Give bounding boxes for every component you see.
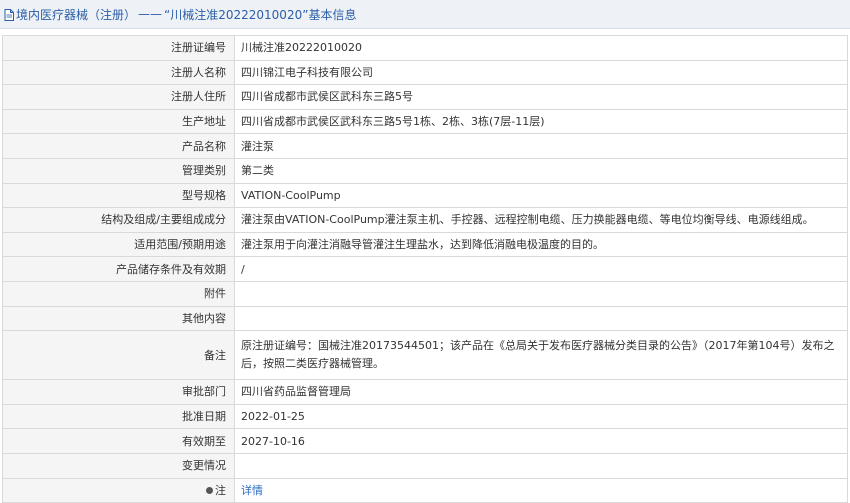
row-value: [234, 452, 848, 479]
row-value: 2027-10-16: [234, 428, 848, 454]
row-value: [234, 305, 848, 332]
table-row: 型号规格 VATION-CoolPump: [2, 182, 848, 209]
row-label: 其他内容: [2, 305, 235, 332]
row-label: 管理类别: [2, 157, 235, 184]
row-label: 注册人名称: [2, 59, 235, 86]
table-row: 生产地址 四川省成都市武侯区武科东三路5号1栋、2栋、3栋(7层-11层): [2, 108, 848, 135]
table-row: 备注 原注册证编号：国械注准20173544501；该产品在《总局关于发布医疗器…: [2, 330, 848, 381]
row-label: 批准日期: [2, 403, 235, 430]
row-label: 型号规格: [2, 182, 235, 209]
row-value: 四川省成都市武侯区武科东三路5号: [234, 84, 848, 110]
note-bullet-icon: [206, 486, 213, 494]
title-registration-number: “川械注准20222010020”: [164, 7, 309, 22]
row-label: 结构及组成/主要组成成分: [2, 207, 235, 233]
title-suffix: 基本信息: [308, 7, 357, 22]
row-label: 注册证编号: [2, 35, 235, 61]
row-label: 审批部门: [2, 379, 235, 405]
row-value: 四川省成都市武侯区武科东三路5号1栋、2栋、3栋(7层-11层): [234, 108, 848, 135]
row-value: 原注册证编号：国械注准20173544501；该产品在《总局关于发布医疗器械分类…: [234, 330, 848, 381]
row-value: [234, 280, 848, 307]
table-row: 注册证编号 川械注准20222010020: [2, 35, 848, 61]
note-label: 注: [215, 483, 226, 497]
row-label: 附件: [2, 280, 235, 307]
details-link[interactable]: 详情: [241, 484, 263, 497]
row-value: 第二类: [234, 157, 848, 184]
table-row: 注册人名称 四川锦江电子科技有限公司: [2, 59, 848, 86]
row-label: 注册人住所: [2, 84, 235, 110]
table-row: 适用范围/预期用途 灌注泵用于向灌注消融导管灌注生理盐水，达到降低消融电极温度的…: [2, 231, 848, 258]
table-row: 注 详情: [2, 477, 848, 503]
table-row: 审批部门 四川省药品监督管理局: [2, 379, 848, 405]
row-label: 适用范围/预期用途: [2, 231, 235, 258]
table-row: 附件: [2, 280, 848, 307]
row-value: 2022-01-25: [234, 403, 848, 430]
table-row: 产品储存条件及有效期 /: [2, 256, 848, 282]
note-row-value: 详情: [234, 477, 848, 503]
row-label: 产品名称: [2, 133, 235, 159]
title-category: 境内医疗器械（注册）: [16, 7, 137, 22]
row-label: 备注: [2, 330, 235, 381]
detail-table: 注册证编号 川械注准20222010020 注册人名称 四川锦江电子科技有限公司…: [2, 35, 848, 503]
row-value: /: [234, 256, 848, 282]
table-row: 有效期至 2027-10-16: [2, 428, 848, 454]
row-value: VATION-CoolPump: [234, 182, 848, 209]
row-label: 生产地址: [2, 108, 235, 135]
row-value: 灌注泵用于向灌注消融导管灌注生理盐水，达到降低消融电极温度的目的。: [234, 231, 848, 258]
table-row: 批准日期 2022-01-25: [2, 403, 848, 430]
table-row: 管理类别 第二类: [2, 157, 848, 184]
page-title: 境内医疗器械（注册） —— “川械注准20222010020” 基本信息: [0, 0, 850, 29]
row-label: 有效期至: [2, 428, 235, 454]
row-label: 产品储存条件及有效期: [2, 256, 235, 282]
table-row: 变更情况: [2, 452, 848, 479]
table-row: 其他内容: [2, 305, 848, 332]
row-value: 四川省药品监督管理局: [234, 379, 848, 405]
row-value: 灌注泵: [234, 133, 848, 159]
row-value: 川械注准20222010020: [234, 35, 848, 61]
title-separator: ——: [138, 7, 163, 21]
document-icon: [4, 9, 14, 21]
table-row: 结构及组成/主要组成成分 灌注泵由VATION-CoolPump灌注泵主机、手控…: [2, 207, 848, 233]
row-value: 四川锦江电子科技有限公司: [234, 59, 848, 86]
note-row-label: 注: [2, 477, 235, 503]
row-value: 灌注泵由VATION-CoolPump灌注泵主机、手控器、远程控制电缆、压力换能…: [234, 207, 848, 233]
table-row: 产品名称 灌注泵: [2, 133, 848, 159]
row-label: 变更情况: [2, 452, 235, 479]
table-row: 注册人住所 四川省成都市武侯区武科东三路5号: [2, 84, 848, 110]
